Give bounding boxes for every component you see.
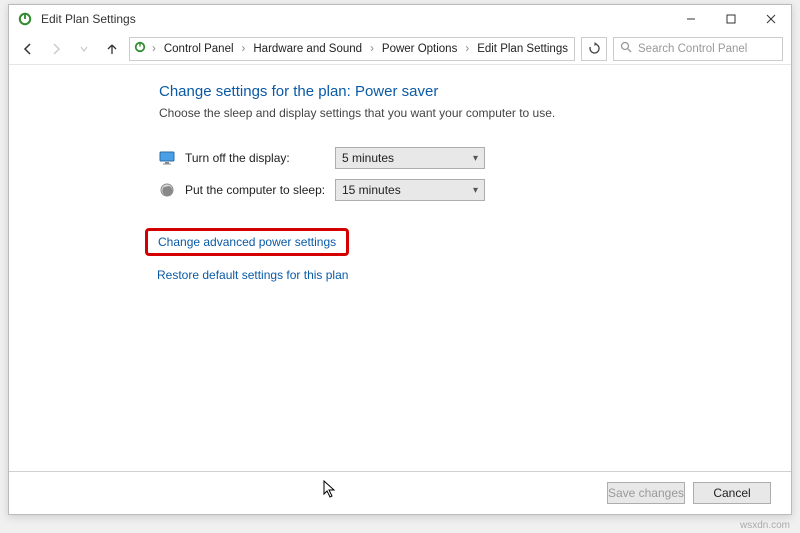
back-button[interactable] <box>17 38 39 60</box>
watermark: wsxdn.com <box>740 520 790 531</box>
select-value: 5 minutes <box>342 151 394 165</box>
window: Edit Plan Settings › Control Panel › Har… <box>8 4 792 515</box>
breadcrumb-item[interactable]: Edit Plan Settings <box>475 43 570 55</box>
close-button[interactable] <box>751 5 791 33</box>
display-timeout-label: Turn off the display: <box>185 151 335 165</box>
refresh-button[interactable] <box>581 37 607 61</box>
chevron-right-icon: › <box>368 43 376 55</box>
address-bar[interactable]: › Control Panel › Hardware and Sound › P… <box>129 37 575 61</box>
search-box[interactable] <box>613 37 783 61</box>
power-options-icon <box>134 41 146 56</box>
footer-bar: Save changes Cancel <box>9 471 791 514</box>
chevron-right-icon: › <box>240 43 248 55</box>
up-button[interactable] <box>101 38 123 60</box>
page-description: Choose the sleep and display settings th… <box>159 106 781 120</box>
display-timeout-select[interactable]: 5 minutes ▾ <box>335 147 485 169</box>
recent-dropdown[interactable] <box>73 38 95 60</box>
breadcrumb-item[interactable]: Hardware and Sound <box>251 43 364 55</box>
restore-defaults-link[interactable]: Restore default settings for this plan <box>157 268 348 282</box>
links-section: Change advanced power settings Restore d… <box>159 228 781 282</box>
save-changes-button[interactable]: Save changes <box>607 482 685 504</box>
cancel-button[interactable]: Cancel <box>693 482 771 504</box>
breadcrumb-item[interactable]: Power Options <box>380 43 459 55</box>
chevron-down-icon: ▾ <box>473 153 478 164</box>
forward-button[interactable] <box>45 38 67 60</box>
chevron-right-icon: › <box>150 43 158 55</box>
display-icon <box>159 150 175 166</box>
page-heading: Change settings for the plan: Power save… <box>159 83 781 100</box>
nav-row: › Control Panel › Hardware and Sound › P… <box>9 33 791 65</box>
search-icon <box>620 41 632 56</box>
sleep-timeout-row: Put the computer to sleep: 15 minutes ▾ <box>159 174 781 206</box>
sleep-timeout-label: Put the computer to sleep: <box>185 183 335 197</box>
advanced-power-settings-link[interactable]: Change advanced power settings <box>158 235 336 249</box>
minimize-button[interactable] <box>671 5 711 33</box>
chevron-down-icon: ▾ <box>473 185 478 196</box>
search-input[interactable] <box>638 43 776 55</box>
power-options-icon <box>17 11 33 27</box>
window-title: Edit Plan Settings <box>41 12 671 26</box>
sleep-timeout-select[interactable]: 15 minutes ▾ <box>335 179 485 201</box>
content-area: Change settings for the plan: Power save… <box>9 65 791 471</box>
breadcrumb-item[interactable]: Control Panel <box>162 43 236 55</box>
maximize-button[interactable] <box>711 5 751 33</box>
sleep-icon <box>159 182 175 198</box>
display-timeout-row: Turn off the display: 5 minutes ▾ <box>159 142 781 174</box>
chevron-right-icon: › <box>463 43 471 55</box>
select-value: 15 minutes <box>342 183 401 197</box>
titlebar: Edit Plan Settings <box>9 5 791 33</box>
highlight-box: Change advanced power settings <box>145 228 349 256</box>
